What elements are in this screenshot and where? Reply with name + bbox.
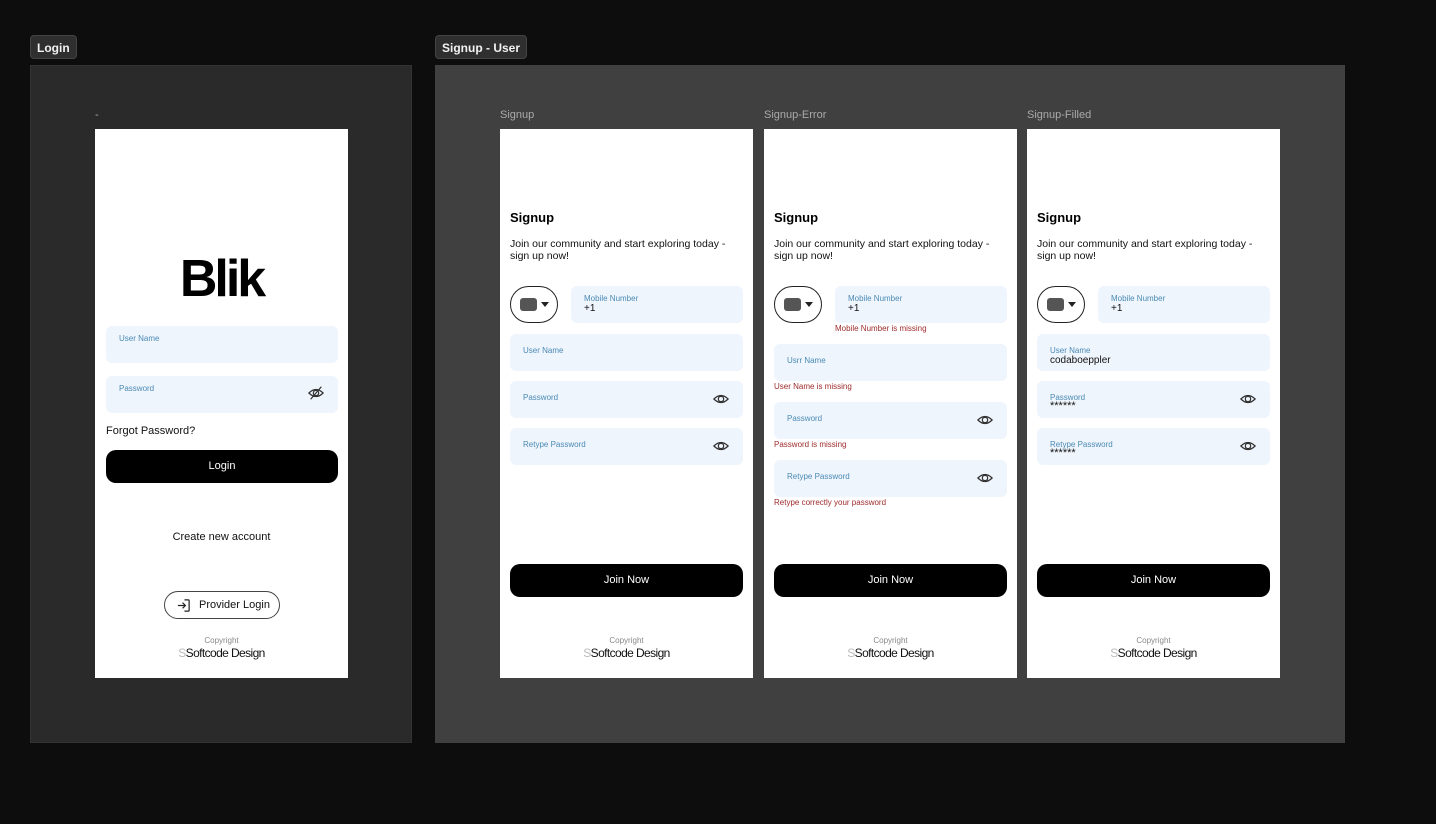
join-now-button[interactable]: Join Now	[774, 564, 1007, 597]
password-value: ******	[1050, 400, 1076, 412]
mobile-number-error: Mobile Number is missing	[835, 324, 927, 333]
mobile-number-value: +1	[584, 303, 596, 314]
caret-down-icon	[541, 302, 549, 307]
signup-screen: Signup Join our community and start expl…	[500, 129, 753, 678]
password-label: Password	[119, 384, 155, 393]
signup-filled-screen: Signup Join our community and start expl…	[1027, 129, 1280, 678]
retype-password-value: ******	[1050, 447, 1076, 459]
country-picker[interactable]	[1037, 286, 1085, 323]
mobile-number-value: +1	[1111, 303, 1123, 314]
caret-down-icon	[1068, 302, 1076, 307]
logo: Blik	[179, 250, 266, 308]
section-tag-signup-user[interactable]: Signup - User	[435, 35, 528, 59]
password-field[interactable]: Password	[774, 402, 1007, 439]
flag-icon	[784, 298, 801, 311]
provider-login-label: Provider Login	[199, 599, 270, 611]
mobile-number-label: Mobile Number	[584, 294, 639, 303]
mobile-number-label: Mobile Number	[848, 294, 903, 303]
password-field[interactable]: Password	[106, 376, 338, 413]
signup-title: Signup	[510, 210, 555, 225]
signup-frame-label: Signup	[500, 109, 535, 121]
copyright-label: Copyright	[204, 636, 239, 645]
username-error: User Name is missing	[774, 382, 852, 391]
flag-icon	[1047, 298, 1064, 311]
signup-subtitle: Join our community and start exploring t…	[510, 238, 726, 262]
username-field[interactable]: User Name	[510, 334, 743, 371]
create-account-link[interactable]: Create new account	[95, 531, 348, 543]
brand-text: Softcode Design	[590, 646, 671, 660]
login-arrow-icon	[177, 599, 190, 612]
signup-error-screen: Signup Join our community and start expl…	[764, 129, 1017, 678]
mobile-number-field[interactable]: Mobile Number +1	[835, 286, 1007, 323]
retype-password-field[interactable]: Retype Password	[774, 460, 1007, 497]
caret-down-icon	[805, 302, 813, 307]
signup-subtitle: Join our community and start exploring t…	[774, 238, 990, 262]
eye-off-icon[interactable]	[307, 385, 325, 401]
section-tag-login[interactable]: Login	[30, 35, 77, 59]
mobile-number-field[interactable]: Mobile Number +1	[1098, 286, 1270, 323]
brand-text: Softcode Design	[185, 646, 266, 660]
signup-subtitle: Join our community and start exploring t…	[1037, 238, 1253, 262]
eye-icon[interactable]	[976, 470, 994, 486]
username-value: codaboeppler	[1050, 355, 1111, 366]
retype-password-label: Retype Password	[523, 440, 586, 449]
eye-icon[interactable]	[1239, 438, 1257, 454]
eye-icon[interactable]	[976, 412, 994, 428]
eye-icon[interactable]	[1239, 391, 1257, 407]
signup-error-frame-label: Signup-Error	[764, 109, 827, 121]
join-now-button[interactable]: Join Now	[510, 564, 743, 597]
retype-password-field[interactable]: Retype Password ******	[1037, 428, 1270, 465]
brand-text: Softcode Design	[1117, 646, 1198, 660]
password-field[interactable]: Password	[510, 381, 743, 418]
copyright-label: Copyright	[873, 636, 908, 645]
brand-name: SSoftcode Design	[500, 646, 753, 660]
country-picker[interactable]	[774, 286, 822, 323]
username-field[interactable]: User Name	[106, 326, 338, 363]
provider-login-button[interactable]: Provider Login	[164, 591, 280, 619]
brand-mark: S	[847, 646, 855, 660]
username-label: User Name	[119, 334, 160, 343]
username-field[interactable]: User Name codaboeppler	[1037, 334, 1270, 371]
retype-password-error: Retype correctly your password	[774, 498, 887, 507]
flag-icon	[520, 298, 537, 311]
username-label: User Name	[1050, 346, 1091, 355]
copyright-label: Copyright	[1136, 636, 1171, 645]
brand-text: Softcode Design	[854, 646, 935, 660]
password-label: Password	[523, 393, 559, 402]
brand-mark: S	[583, 646, 591, 660]
password-error: Password is missing	[774, 440, 847, 449]
copyright-block: Copyright SSoftcode Design	[1027, 636, 1280, 660]
login-button[interactable]: Login	[106, 450, 338, 483]
copyright-block: Copyright SSoftcode Design	[764, 636, 1017, 660]
signup-title: Signup	[1037, 210, 1082, 225]
login-frame-label: -	[95, 109, 99, 121]
brand-name: SSoftcode Design	[1027, 646, 1280, 660]
signup-filled-frame-label: Signup-Filled	[1027, 109, 1092, 121]
copyright-label: Copyright	[609, 636, 644, 645]
mobile-number-label: Mobile Number	[1111, 294, 1166, 303]
forgot-password-link[interactable]: Forgot Password?	[106, 425, 195, 437]
retype-password-field[interactable]: Retype Password	[510, 428, 743, 465]
country-picker[interactable]	[510, 286, 558, 323]
login-screen: Blik User Name Password Forgot Password?…	[95, 129, 348, 678]
copyright-block: Copyright SSoftcode Design	[95, 636, 348, 660]
retype-password-label: Retype Password	[787, 472, 850, 481]
signup-title: Signup	[774, 210, 819, 225]
username-field[interactable]: Usrr Name	[774, 344, 1007, 381]
password-label: Password	[787, 414, 823, 423]
brand-mark: S	[1110, 646, 1118, 660]
mobile-number-value: +1	[848, 303, 860, 314]
mobile-number-field[interactable]: Mobile Number +1	[571, 286, 743, 323]
brand-mark: S	[178, 646, 186, 660]
brand-name: SSoftcode Design	[764, 646, 1017, 660]
password-field[interactable]: Password ******	[1037, 381, 1270, 418]
eye-icon[interactable]	[712, 391, 730, 407]
copyright-block: Copyright SSoftcode Design	[500, 636, 753, 660]
username-label: Usrr Name	[787, 356, 826, 365]
eye-icon[interactable]	[712, 438, 730, 454]
brand-name: SSoftcode Design	[95, 646, 348, 660]
join-now-button[interactable]: Join Now	[1037, 564, 1270, 597]
username-label: User Name	[523, 346, 564, 355]
